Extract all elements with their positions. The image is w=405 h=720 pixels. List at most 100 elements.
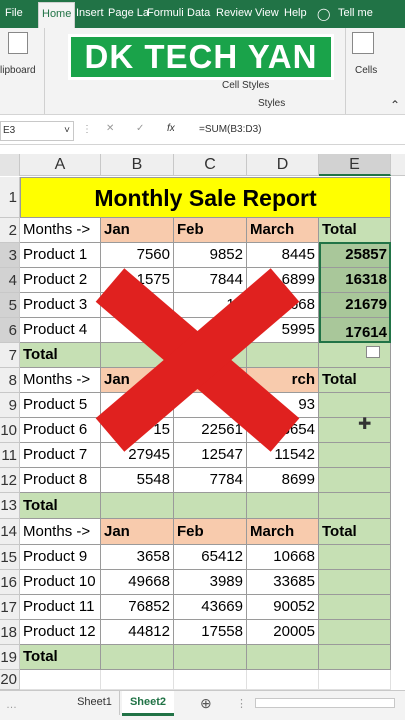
enter-icon[interactable]: ✓ <box>136 123 144 134</box>
paste-icon[interactable] <box>8 32 28 54</box>
row-header[interactable]: 13 <box>0 493 20 519</box>
tab-page-layout[interactable]: Page La <box>108 7 149 19</box>
feb-value[interactable]: 7784 <box>174 468 247 493</box>
lightbulb-icon[interactable]: ◯ <box>317 7 330 21</box>
row-header[interactable]: 12 <box>0 468 20 493</box>
march-value[interactable]: 33685 <box>247 570 319 595</box>
march-value[interactable]: 90052 <box>247 595 319 620</box>
total-label[interactable]: Total <box>20 645 101 670</box>
total-header[interactable]: Total <box>319 218 391 243</box>
product-name[interactable]: Product 10 <box>20 570 101 595</box>
select-all-corner[interactable] <box>0 154 20 176</box>
row-header[interactable]: 20 <box>0 670 20 690</box>
product-name[interactable]: Product 9 <box>20 545 101 570</box>
jan-value[interactable]: 5548 <box>101 468 174 493</box>
feb-value[interactable]: 17558 <box>174 620 247 645</box>
product-name[interactable]: Product 12 <box>20 620 101 645</box>
total-value[interactable] <box>319 418 391 443</box>
cells-group-label[interactable]: Cells <box>355 65 377 76</box>
feb-value[interactable]: 43669 <box>174 595 247 620</box>
add-sheet-icon[interactable]: ⊕ <box>200 695 212 712</box>
cancel-icon[interactable]: ✕ <box>106 123 114 134</box>
total-cell[interactable] <box>319 493 391 519</box>
tab-view[interactable]: View <box>255 7 279 19</box>
row-header[interactable]: 18 <box>0 620 20 645</box>
tab-insert[interactable]: Insert <box>76 7 104 19</box>
jan-value[interactable]: 44812 <box>101 620 174 645</box>
empty-cell[interactable] <box>247 670 319 690</box>
more-icon[interactable]: ⋮ <box>236 697 247 710</box>
insert-function-icon[interactable]: fx <box>167 123 175 134</box>
tab-formulas[interactable]: Formuli <box>147 7 184 19</box>
row-header[interactable]: 16 <box>0 570 20 595</box>
jan-value[interactable]: 76852 <box>101 595 174 620</box>
name-box[interactable]: E3 ˅ <box>0 121 74 141</box>
formula-input[interactable]: =SUM(B3:D3) <box>199 124 262 135</box>
total-value[interactable] <box>319 595 391 620</box>
total-value[interactable] <box>319 443 391 468</box>
total-cell[interactable] <box>319 343 391 368</box>
row-header[interactable]: 8 <box>0 368 20 393</box>
total-cell[interactable] <box>174 645 247 670</box>
scroll-left-icon[interactable]: … <box>6 699 17 711</box>
row-header[interactable]: 4 <box>0 268 20 293</box>
march-value[interactable]: 20005 <box>247 620 319 645</box>
feb-value[interactable]: 65412 <box>174 545 247 570</box>
total-header[interactable]: Total <box>319 368 391 393</box>
cells-icon[interactable] <box>352 32 374 54</box>
tell-me-search[interactable]: Tell me <box>338 7 373 19</box>
empty-cell[interactable] <box>101 670 174 690</box>
row-header[interactable]: 15 <box>0 545 20 570</box>
row-header[interactable]: 14 <box>0 519 20 545</box>
quick-analysis-icon[interactable] <box>366 346 380 358</box>
total-value[interactable] <box>319 620 391 645</box>
column-header-c[interactable]: C <box>174 154 247 176</box>
month-header-jan[interactable]: Jan <box>101 519 174 545</box>
total-label[interactable]: Total <box>20 493 101 519</box>
months-label[interactable]: Months -> <box>20 519 101 545</box>
total-value[interactable] <box>319 468 391 493</box>
product-name[interactable]: Product 8 <box>20 468 101 493</box>
total-cell[interactable] <box>101 645 174 670</box>
row-header[interactable]: 3 <box>0 243 20 268</box>
month-header-feb[interactable]: Feb <box>174 519 247 545</box>
total-value[interactable] <box>319 545 391 570</box>
jan-value[interactable]: 3658 <box>101 545 174 570</box>
tab-review[interactable]: Review <box>216 7 252 19</box>
horizontal-scrollbar[interactable] <box>255 698 395 708</box>
cell-styles-button[interactable]: Cell Styles <box>222 80 269 91</box>
row-header[interactable]: 6 <box>0 318 20 343</box>
row-header[interactable]: 1 <box>0 177 20 218</box>
march-value[interactable]: 8699 <box>247 468 319 493</box>
empty-cell[interactable] <box>319 670 391 690</box>
column-header-a[interactable]: A <box>20 154 101 176</box>
report-title[interactable]: Monthly Sale Report <box>20 177 391 218</box>
month-header-march[interactable]: March <box>247 218 319 243</box>
tab-data[interactable]: Data <box>187 7 210 19</box>
total-header[interactable]: Total <box>319 519 391 545</box>
row-header[interactable]: 9 <box>0 393 20 418</box>
march-value[interactable]: 10668 <box>247 545 319 570</box>
product-name[interactable]: Product 11 <box>20 595 101 620</box>
column-header-d[interactable]: D <box>247 154 319 176</box>
total-cell[interactable] <box>247 645 319 670</box>
tab-sheet1[interactable]: Sheet1 <box>70 691 120 715</box>
month-header-feb[interactable]: Feb <box>174 218 247 243</box>
row-header[interactable]: 11 <box>0 443 20 468</box>
tab-sheet2[interactable]: Sheet2 <box>122 691 174 716</box>
column-header-e[interactable]: E <box>319 154 391 176</box>
feb-value[interactable]: 3989 <box>174 570 247 595</box>
total-cell[interactable] <box>174 493 247 519</box>
row-header[interactable]: 2 <box>0 218 20 243</box>
collapse-ribbon-icon[interactable]: ⌃ <box>390 98 400 112</box>
row-header[interactable]: 17 <box>0 595 20 620</box>
months-label[interactable]: Months -> <box>20 218 101 243</box>
row-header[interactable]: 5 <box>0 293 20 318</box>
month-header-march[interactable]: March <box>247 519 319 545</box>
row-header[interactable]: 7 <box>0 343 20 368</box>
empty-cell[interactable] <box>20 670 101 690</box>
total-cell[interactable] <box>247 493 319 519</box>
total-value[interactable] <box>319 570 391 595</box>
jan-value[interactable]: 49668 <box>101 570 174 595</box>
tab-help[interactable]: Help <box>284 7 307 19</box>
